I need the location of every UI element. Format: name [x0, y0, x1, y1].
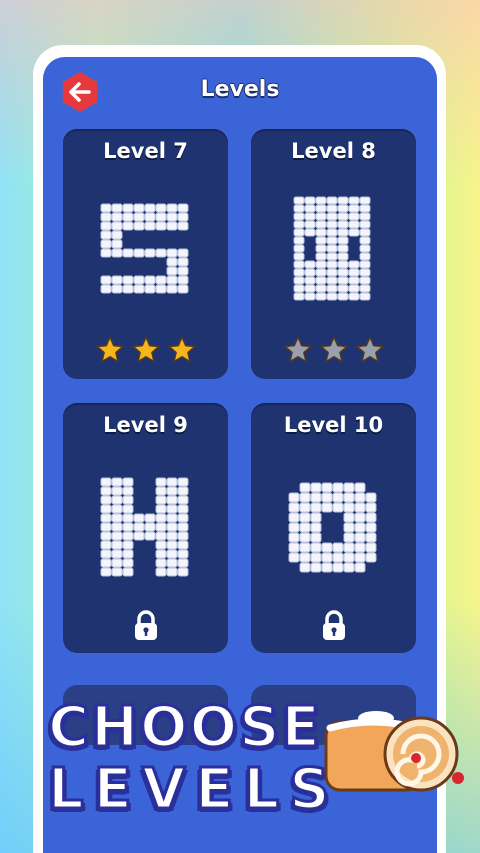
- star-rating: [251, 335, 416, 365]
- star-icon: [355, 335, 384, 363]
- star-icon: [319, 335, 348, 363]
- level-card-8[interactable]: Level 8: [251, 129, 416, 379]
- star-icon: [131, 335, 160, 363]
- star-icon: [167, 335, 196, 363]
- promo-banner: CHOOSE LEVELS: [47, 695, 340, 822]
- page-title: Levels: [200, 77, 280, 102]
- level-card-10[interactable]: Level 10: [251, 403, 416, 653]
- star-icon: [283, 335, 312, 363]
- lock-icon: [251, 610, 416, 642]
- level-card-7[interactable]: Level 7: [63, 129, 228, 379]
- swiss-roll-cake-icon: [324, 711, 464, 792]
- star-icon: [95, 335, 124, 363]
- level-card-9[interactable]: Level 9: [63, 403, 228, 653]
- promo-line-2: LEVELS: [47, 757, 340, 822]
- promo-line-1: CHOOSE: [47, 695, 322, 760]
- lock-icon: [63, 610, 228, 642]
- star-rating: [63, 335, 228, 365]
